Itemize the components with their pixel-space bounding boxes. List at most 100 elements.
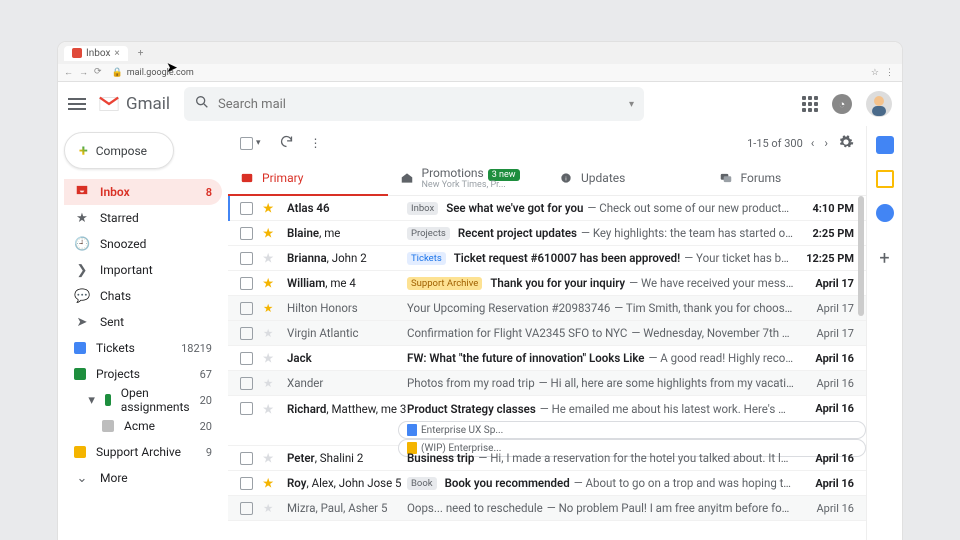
email-row[interactable]: ★Blaine, meProjectsRecent project update…	[228, 221, 866, 246]
star-icon[interactable]: ★	[263, 402, 277, 416]
row-checkbox[interactable]	[240, 252, 253, 265]
search-bar[interactable]: ▾	[184, 87, 644, 121]
sidebar-item-label: Sent	[100, 315, 124, 329]
reload-icon[interactable]: ⟳	[94, 67, 102, 78]
star-icon[interactable]: ★	[263, 451, 277, 465]
email-row[interactable]: ★Roy, Alex, John Jose 5BookBook you reco…	[228, 471, 866, 496]
browser-menu-icon[interactable]: ☆	[871, 68, 879, 78]
row-checkbox[interactable]	[240, 202, 253, 215]
star-icon[interactable]: ★	[263, 226, 277, 240]
scrollbar[interactable]	[858, 196, 864, 316]
attachment-name: Enterprise UX Sp...	[421, 425, 503, 436]
calendar-rail-icon[interactable]	[876, 136, 894, 154]
star-icon[interactable]: ★	[263, 301, 277, 315]
email-row[interactable]: ★Mizra, Paul, Asher 5Oops... need to res…	[228, 496, 866, 521]
account-avatar[interactable]	[866, 91, 892, 117]
chevron-down-icon[interactable]: ▾	[256, 138, 261, 148]
email-row[interactable]: ★Peter, Shalini 2Business trip — Hi, I m…	[228, 446, 866, 471]
sidebar-item-count: 9	[206, 446, 212, 459]
device-frame: Inbox × + ← → ⟳ 🔒 mail.google.com ☆ ⋮ Gm…	[58, 42, 902, 540]
sidebar-item-tickets[interactable]: Tickets18219	[64, 335, 222, 361]
email-label-chip[interactable]: Tickets	[407, 252, 446, 265]
row-checkbox[interactable]	[240, 227, 253, 240]
star-icon: ★	[74, 211, 90, 226]
email-date: April 16	[802, 352, 854, 365]
star-icon[interactable]: ★	[263, 501, 277, 515]
browser-menu-icon[interactable]: ⋮	[885, 68, 894, 78]
row-checkbox[interactable]	[240, 352, 253, 365]
star-icon[interactable]: ★	[263, 326, 277, 340]
sidebar-item-important[interactable]: ❯Important	[64, 257, 222, 283]
email-row[interactable]: ★Virgin AtlanticConfirmation for Flight …	[228, 321, 866, 346]
sidebar-item-open-assignments[interactable]: ▾Open assignments20	[64, 387, 222, 413]
rail-add-button[interactable]: +	[879, 248, 889, 269]
email-row[interactable]: ★Atlas 46InboxSee what we've got for you…	[228, 196, 866, 221]
next-page-button[interactable]: ›	[824, 136, 828, 150]
sidebar-item-acme[interactable]: Acme20	[64, 413, 222, 439]
sidebar-item-sent[interactable]: ➤Sent	[64, 309, 222, 335]
url-text[interactable]: mail.google.com	[127, 68, 194, 78]
email-snippet: — A good read! Highly recommende...	[648, 351, 794, 365]
sidebar-item-snoozed[interactable]: 🕘Snoozed	[64, 231, 222, 257]
email-sender: William, me 4	[287, 276, 407, 290]
chevron-down-icon[interactable]: ▾	[88, 393, 95, 408]
sidebar-item-support-archive[interactable]: Support Archive9	[64, 439, 222, 465]
keep-rail-icon[interactable]	[876, 170, 894, 188]
email-row[interactable]: ★Richard, Matthew, me 3Product Strategy …	[228, 396, 866, 421]
forward-icon[interactable]: →	[79, 67, 88, 78]
back-icon[interactable]: ←	[64, 67, 73, 78]
row-checkbox[interactable]	[240, 477, 253, 490]
select-all-checkbox[interactable]: ▾	[240, 137, 261, 150]
email-label-chip[interactable]: Inbox	[407, 202, 438, 215]
email-row[interactable]: ★Hilton HonorsYour Upcoming Reservation …	[228, 296, 866, 321]
search-options-icon[interactable]: ▾	[629, 99, 634, 110]
star-icon[interactable]: ★	[263, 276, 277, 290]
row-checkbox[interactable]	[240, 377, 253, 390]
star-icon[interactable]: ★	[263, 351, 277, 365]
email-label-chip[interactable]: Projects	[407, 227, 450, 240]
tab-label: Forums	[741, 171, 782, 185]
tab-updates[interactable]: iUpdates	[547, 160, 707, 195]
tab-promotions[interactable]: Promotions3 newNew York Times, Pr...	[388, 160, 548, 195]
tasks-rail-icon[interactable]	[876, 204, 894, 222]
compose-button[interactable]: + Compose	[64, 132, 174, 169]
lock-icon: 🔒	[112, 68, 123, 78]
browser-tab[interactable]: Inbox ×	[64, 46, 128, 61]
star-icon[interactable]: ★	[263, 251, 277, 265]
settings-gear-icon[interactable]	[838, 134, 854, 153]
row-checkbox[interactable]	[240, 402, 253, 415]
tab-forums[interactable]: Forums	[707, 160, 867, 195]
row-checkbox[interactable]	[240, 302, 253, 315]
category-tabs: PrimaryPromotions3 newNew York Times, Pr…	[228, 160, 866, 196]
close-tab-icon[interactable]: ×	[114, 48, 119, 59]
more-actions-button[interactable]: ⋮	[310, 136, 323, 150]
sidebar-item-chats[interactable]: 💬Chats	[64, 283, 222, 309]
search-input[interactable]	[218, 97, 629, 112]
sidebar-item-inbox[interactable]: Inbox8	[64, 179, 222, 205]
star-icon[interactable]: ★	[263, 376, 277, 390]
prev-page-button[interactable]: ‹	[811, 136, 815, 150]
email-row[interactable]: ★XanderPhotos from my road trip — Hi all…	[228, 371, 866, 396]
main-menu-button[interactable]	[68, 98, 86, 110]
sidebar-item-projects[interactable]: Projects67	[64, 361, 222, 387]
email-label-chip[interactable]: Support Archive	[407, 277, 482, 290]
row-checkbox[interactable]	[240, 327, 253, 340]
star-icon[interactable]: ★	[263, 201, 277, 215]
notifications-icon[interactable]: ◔	[832, 94, 852, 114]
tab-primary[interactable]: Primary	[228, 160, 388, 195]
email-subject: See what we've got for you	[446, 201, 583, 215]
row-checkbox[interactable]	[240, 452, 253, 465]
email-row[interactable]: ★William, me 4Support ArchiveThank you f…	[228, 271, 866, 296]
sidebar-item-more[interactable]: ⌄More	[64, 465, 222, 491]
refresh-button[interactable]	[279, 134, 294, 152]
row-checkbox[interactable]	[240, 502, 253, 515]
email-label-chip[interactable]: Book	[407, 477, 437, 490]
attachment-chip[interactable]: Enterprise UX Sp...	[398, 421, 866, 439]
sidebar-item-starred[interactable]: ★Starred	[64, 205, 222, 231]
google-apps-icon[interactable]	[802, 96, 818, 112]
row-checkbox[interactable]	[240, 277, 253, 290]
star-icon[interactable]: ★	[263, 476, 277, 490]
email-row[interactable]: ★Brianna, John 2TicketsTicket request #6…	[228, 246, 866, 271]
new-tab-button[interactable]: +	[132, 48, 150, 59]
email-row[interactable]: ★JackFW: What "the future of innovation"…	[228, 346, 866, 371]
